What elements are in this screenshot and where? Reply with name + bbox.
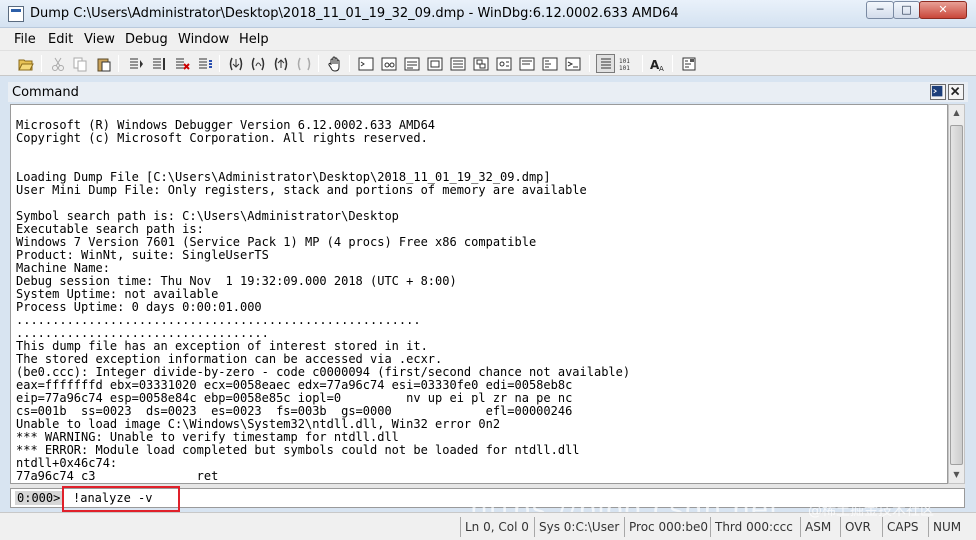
cut-icon[interactable] (48, 54, 67, 73)
step-into-icon[interactable] (226, 54, 245, 73)
menu-view[interactable]: View (84, 32, 115, 47)
status-caps: CAPS (882, 517, 926, 537)
vertical-scrollbar[interactable]: ▲ ▼ (948, 104, 965, 484)
paste-icon[interactable] (94, 54, 113, 73)
scroll-down-icon[interactable]: ▼ (949, 467, 964, 483)
step-out-icon[interactable] (271, 54, 290, 73)
scratch-pad-icon[interactable] (517, 54, 536, 73)
status-ovr: OVR (840, 517, 880, 537)
status-thread: Thrd 000:ccc (710, 517, 798, 537)
window-title: Dump C:\Users\Administrator\Desktop\2018… (30, 6, 679, 21)
maximize-button[interactable]: □ (893, 1, 920, 19)
command-window-menu-icon[interactable] (930, 84, 946, 100)
status-system: Sys 0:C:\User (534, 517, 622, 537)
watch-icon[interactable] (379, 54, 398, 73)
copy-icon[interactable] (70, 54, 89, 73)
break-icon[interactable] (195, 54, 214, 73)
call-stack-icon[interactable] (471, 54, 490, 73)
svg-text:101: 101 (619, 58, 630, 65)
menu-debug[interactable]: Debug (125, 32, 168, 47)
command-output-area: Microsoft (R) Windows Debugger Version 6… (10, 104, 948, 484)
go-icon[interactable] (126, 54, 145, 73)
menu-edit[interactable]: Edit (48, 32, 73, 47)
step-over-icon[interactable] (248, 54, 267, 73)
minimize-button[interactable]: ─ (866, 1, 894, 19)
restart-icon[interactable] (149, 54, 168, 73)
close-button[interactable]: ✕ (919, 1, 967, 19)
menu-window[interactable]: Window (178, 32, 229, 47)
scroll-up-icon[interactable]: ▲ (949, 105, 964, 121)
highlight-annotation-box (62, 486, 180, 512)
hand-icon[interactable] (325, 54, 344, 73)
hex-icon[interactable]: 101 101 (617, 54, 636, 73)
title-bar: Dump C:\Users\Administrator\Desktop\2018… (0, 0, 976, 28)
menu-help[interactable]: Help (239, 32, 269, 47)
windbg-app-icon (8, 6, 24, 22)
output-window-icon[interactable] (563, 54, 582, 73)
disassembly-icon[interactable] (494, 54, 513, 73)
font-icon[interactable]: AA (648, 54, 667, 73)
svg-text:A: A (659, 65, 664, 72)
watermark-community: @稀土掘金技术社区 (808, 503, 934, 519)
stop-debugging-icon[interactable] (172, 54, 191, 73)
scrollbar-thumb[interactable] (950, 125, 963, 465)
options-icon[interactable] (679, 54, 698, 73)
command-prompt: 0:000> (15, 491, 63, 505)
command-output-text: Microsoft (R) Windows Debugger Version 6… (16, 118, 631, 483)
status-line-col: Ln 0, Col 0 (460, 517, 532, 537)
menu-file[interactable]: File (14, 32, 36, 47)
memory-icon[interactable] (448, 54, 467, 73)
svg-text:101: 101 (619, 65, 630, 72)
run-to-cursor-icon[interactable] (294, 54, 313, 73)
locals-icon[interactable] (402, 54, 421, 73)
source-window-icon[interactable] (540, 54, 559, 73)
open-icon[interactable] (16, 54, 35, 73)
command-window-header: Command (8, 82, 968, 102)
command-window-title: Command (12, 85, 79, 100)
menu-bar: File Edit View Debug Window Help (0, 28, 976, 50)
status-num: NUM (928, 517, 972, 537)
status-process: Proc 000:be0 (624, 517, 708, 537)
command-icon[interactable] (356, 54, 375, 73)
status-asm: ASM (800, 517, 836, 537)
registers-icon[interactable] (425, 54, 444, 73)
toolbar: 101 101 AA (0, 50, 976, 76)
source-mode-icon[interactable] (596, 54, 615, 73)
command-window-close-icon[interactable] (948, 84, 964, 100)
